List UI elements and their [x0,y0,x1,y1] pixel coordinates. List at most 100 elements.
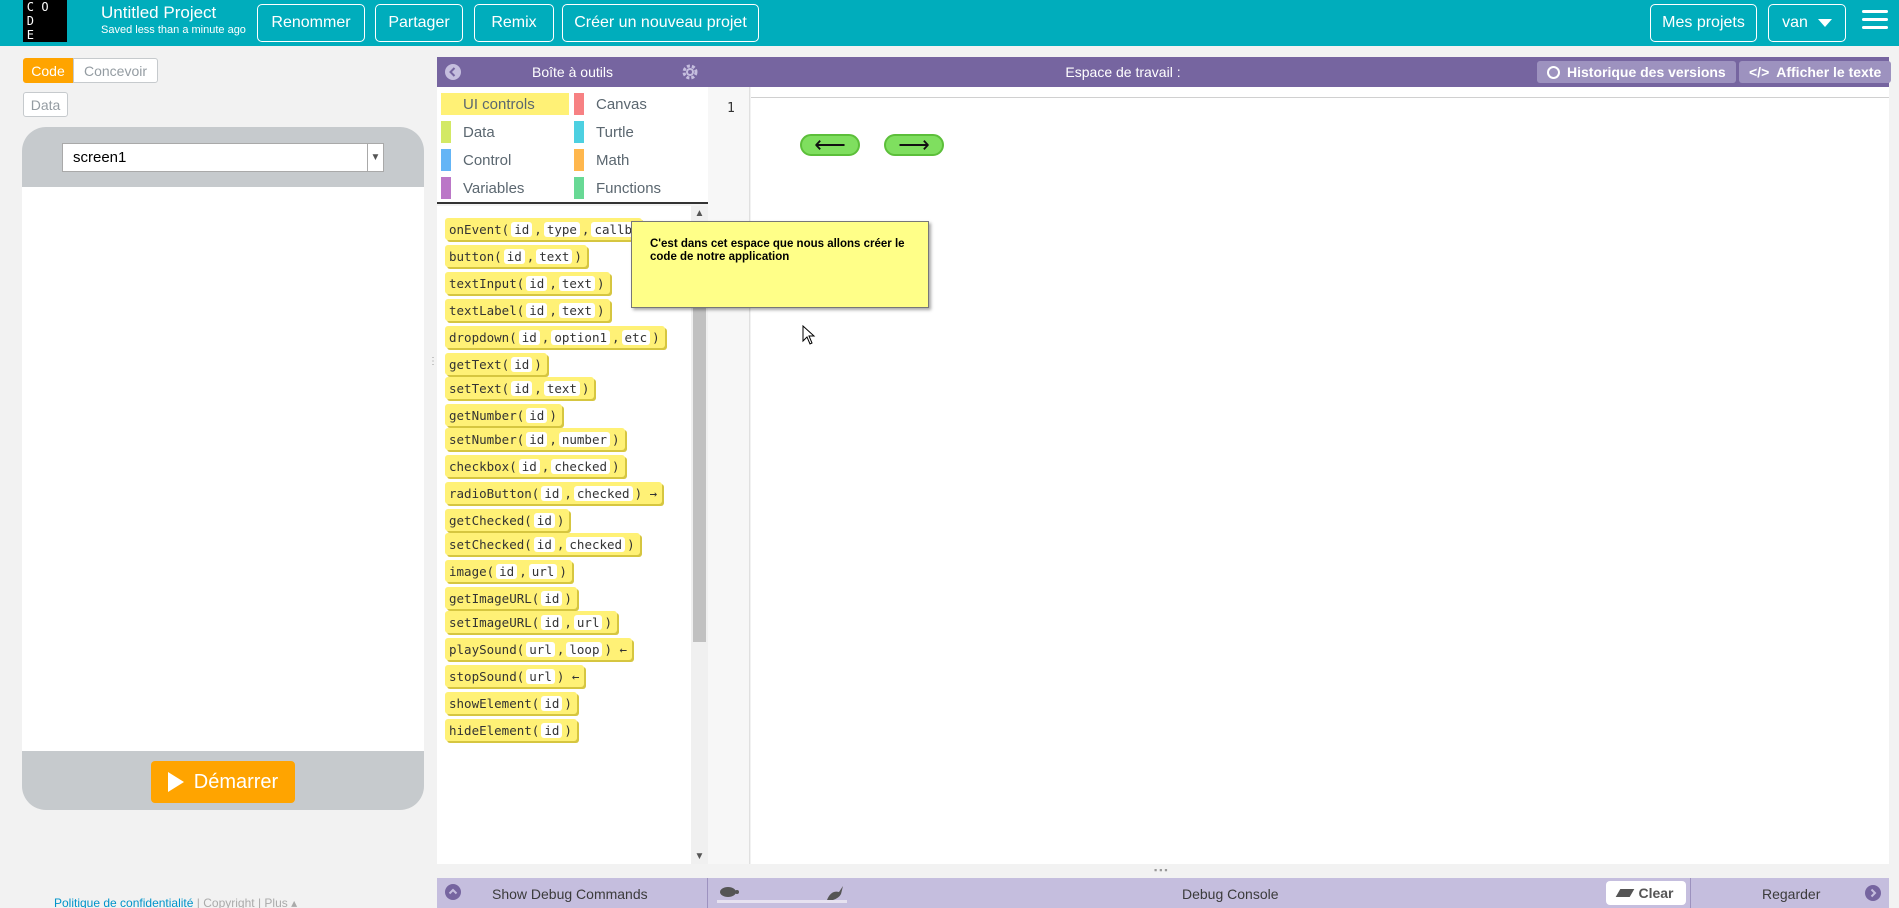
code-workspace[interactable] [751,87,1889,864]
category-variables[interactable]: Variables [441,177,569,199]
category-functions[interactable]: Functions [574,177,702,199]
block-argument: url [528,563,558,579]
code-block[interactable]: hideElement(id) [445,719,577,741]
category-data[interactable]: Data [441,121,569,143]
block-tail: ) [564,722,572,738]
block-tail: ) [612,458,620,474]
redo-arrow-button[interactable]: ⟶ [884,134,944,156]
version-history-button[interactable]: Historique des versions [1537,61,1736,83]
share-button[interactable]: Partager [375,4,463,42]
rename-button[interactable]: Renommer [257,4,365,42]
block-tail: ) → [634,485,658,501]
code-block[interactable]: onEvent(id, type, callb [445,218,643,240]
category-ui-controls[interactable]: UI controls [441,93,569,115]
horizontal-resize-handle[interactable]: ▪▪▪ [1154,865,1174,875]
block-function-name: button( [449,248,502,264]
code-block[interactable]: setNumber(id, number) [445,428,625,450]
block-comma: , [564,614,572,630]
block-argument: url [573,614,603,630]
undo-arrow-button[interactable]: ⟵ [800,134,860,156]
block-comma: , [541,458,550,474]
block-function-name: hideElement( [449,722,540,738]
block-argument: id [533,536,555,552]
code-block[interactable]: setImageURL(id, url) [445,611,618,633]
hamburger-menu-icon[interactable] [1862,10,1888,32]
vertical-resize-handle[interactable]: ⋮ [428,356,438,376]
screen-dropdown[interactable]: screen1 ▼ [62,143,384,172]
code-block[interactable]: getImageURL(id) [445,587,577,609]
clear-console-button[interactable]: Clear [1606,881,1686,905]
category-canvas[interactable]: Canvas [574,93,702,115]
show-debug-commands[interactable]: Show Debug Commands [492,886,648,902]
chevron-down-icon: ▼ [367,144,383,171]
category-turtle[interactable]: Turtle [574,121,702,143]
code-org-logo[interactable]: CODE [23,0,67,42]
code-block[interactable]: getChecked(id) [445,509,570,531]
block-function-name: getImageURL( [449,590,540,606]
block-function-name: onEvent( [449,221,510,237]
clear-label: Clear [1638,885,1674,901]
code-block[interactable]: setText(id, text) [445,377,595,399]
show-text-label: Afficher le texte [1776,64,1882,80]
block-tail: ) [581,380,590,396]
expand-watch-icon[interactable] [1865,885,1881,901]
code-block[interactable]: setChecked(id, checked) [445,533,640,555]
more-link[interactable]: Plus ▴ [264,896,297,908]
category-swatch [574,93,584,115]
user-menu-button[interactable]: van [1768,4,1846,42]
code-block[interactable]: stopSound(url) ← [445,665,585,687]
category-math[interactable]: Math [574,149,702,171]
block-argument: option1 [551,329,611,345]
code-mode-button[interactable]: Code [23,58,73,83]
app-screen[interactable] [22,187,424,751]
show-text-button[interactable]: </> Afficher le texte [1739,61,1892,83]
code-block[interactable]: getNumber(id) [445,404,562,426]
code-block[interactable]: textLabel(id, text) [445,299,610,321]
code-block[interactable]: checkbox(id, checked) [445,455,625,477]
block-argument: url [526,641,555,657]
my-projects-button[interactable]: Mes projets [1650,4,1757,42]
block-tail: ) ← [556,668,580,684]
category-control[interactable]: Control [441,149,569,171]
code-block[interactable]: showElement(id) [445,692,577,714]
user-name: van [1782,14,1808,31]
code-block[interactable]: getText(id) [445,353,547,375]
run-button[interactable]: Démarrer [151,761,295,803]
footer-links: Politique de confidentialité | Copyright… [54,896,297,908]
block-comma: , [534,221,542,237]
block-function-name: setText( [449,380,510,396]
block-function-name: stopSound( [449,668,525,684]
screen-dropdown-value: screen1 [73,149,127,166]
code-block[interactable]: playSound(url, loop) ← [445,638,633,660]
app-preview-frame: screen1 ▼ Démarrer [22,127,424,810]
block-argument: id [541,485,563,501]
block-tail: ) [549,407,557,423]
mouse-cursor-icon [802,324,816,350]
code-block[interactable]: radioButton(id, checked) → [445,482,663,504]
logo-letter [52,0,67,14]
scroll-up-icon[interactable]: ▲ [691,208,708,219]
block-comma: , [549,302,557,318]
copyright-link[interactable]: Copyright [203,896,254,908]
footer-separator: | [196,896,200,908]
remix-button[interactable]: Remix [474,4,554,42]
block-function-name: textInput( [449,275,525,291]
code-block[interactable]: button(id, text) [445,245,587,267]
category-swatch [441,177,451,199]
block-tail: ) [564,695,572,711]
code-block[interactable]: dropdown(id, option1, etc) [445,326,665,348]
new-project-button[interactable]: Créer un nouveau projet [562,4,759,42]
design-mode-button[interactable]: Concevoir [73,58,158,83]
privacy-link[interactable]: Politique de confidentialité [54,896,193,908]
scroll-down-icon[interactable]: ▼ [691,851,708,862]
logo-letter [52,14,67,28]
block-comma: , [549,275,557,291]
gear-icon[interactable] [681,63,699,84]
code-block[interactable]: textInput(id, text) [445,272,610,294]
code-block[interactable]: image(id, url) [445,560,572,582]
expand-debug-icon[interactable] [445,884,461,900]
category-swatch [574,121,584,143]
rabbit-fast-icon[interactable] [823,882,847,907]
data-mode-button[interactable]: Data [23,92,68,117]
project-title[interactable]: Untitled Project [101,3,216,23]
